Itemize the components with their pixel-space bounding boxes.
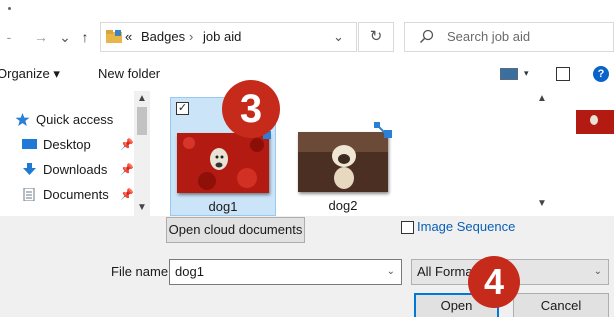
file-scrollbar[interactable]: ▲ ▼ xyxy=(534,91,550,216)
dog1-thumbnail xyxy=(177,133,269,193)
address-dropdown-icon[interactable]: ⌄ xyxy=(333,23,344,51)
file-type-value: All Forma xyxy=(417,264,473,279)
cancel-button[interactable]: Cancel xyxy=(513,293,609,317)
file-name-field-label: File name: xyxy=(111,264,172,279)
nav-item-downloads[interactable]: Downloads 📌 xyxy=(22,159,134,181)
back-button[interactable]: - xyxy=(2,27,16,47)
nav-item-desktop[interactable]: Desktop 📌 xyxy=(22,134,134,156)
help-icon[interactable]: ? xyxy=(593,66,609,82)
search-input[interactable]: Search job aid xyxy=(404,22,614,52)
window-top-strip xyxy=(0,0,614,18)
link-badge-icon xyxy=(374,122,392,138)
preview-pane-icon[interactable] xyxy=(556,67,570,81)
dialog-footer: Open cloud documents Image Sequence File… xyxy=(0,216,614,317)
breadcrumb-separator: › xyxy=(189,29,194,44)
file-checkbox[interactable]: ✓ xyxy=(176,102,189,115)
nav-item-quick-access[interactable]: Quick access xyxy=(15,109,113,131)
nav-scrollbar[interactable]: ▲ ▼ xyxy=(134,91,150,216)
address-bar-row: - → ⌄ ↑ « Badges › job aid ⌄ ↻ Search jo… xyxy=(0,18,614,56)
scroll-down-icon[interactable]: ▼ xyxy=(134,202,150,214)
address-box[interactable]: « Badges › job aid ⌄ xyxy=(100,22,357,52)
scroll-up-icon[interactable]: ▲ xyxy=(134,93,150,105)
nav-scroll-thumb[interactable] xyxy=(137,107,147,135)
command-toolbar: Organize ▾ New folder ▾ ? xyxy=(0,57,614,91)
pin-icon: 📌 xyxy=(120,164,134,176)
change-view-icon[interactable] xyxy=(500,68,518,80)
navigation-pane: Quick access Desktop 📌 Downloads 📌 Docum… xyxy=(0,91,150,216)
search-icon xyxy=(419,29,434,44)
file-name-input[interactable]: dog1 ⌄ xyxy=(169,259,402,285)
preview-pane xyxy=(554,91,614,216)
desktop-icon xyxy=(22,139,37,149)
file-tile-dog2[interactable]: dog2 xyxy=(290,97,396,216)
nav-item-label: Desktop xyxy=(43,137,91,152)
step-badge-4: 4 xyxy=(468,256,520,308)
address-overflow[interactable]: « xyxy=(125,23,132,51)
documents-icon xyxy=(23,188,35,201)
scroll-down-icon[interactable]: ▼ xyxy=(534,198,550,210)
organize-button[interactable]: Organize ▾ xyxy=(0,57,60,91)
window-dot xyxy=(8,7,11,10)
nav-item-documents[interactable]: Documents 📌 xyxy=(22,184,134,206)
file-name-label: dog1 xyxy=(208,199,238,214)
file-name-dropdown-icon[interactable]: ⌄ xyxy=(387,260,395,284)
star-icon xyxy=(15,113,30,126)
new-folder-button[interactable]: New folder xyxy=(98,57,160,91)
nav-item-label: Documents xyxy=(43,187,109,202)
step-badge-3: 3 xyxy=(222,80,280,138)
dog2-thumbnail xyxy=(298,132,388,192)
download-icon xyxy=(23,163,36,175)
pin-icon: 📌 xyxy=(120,189,134,201)
nav-item-label: Quick access xyxy=(36,112,114,127)
pin-icon: 📌 xyxy=(120,139,134,151)
file-list-pane: ✓ dog1 dog2 ▲ ▼ xyxy=(150,91,550,216)
search-placeholder: Search job aid xyxy=(447,29,531,44)
folder-icon xyxy=(106,30,122,43)
breadcrumb-badges[interactable]: Badges xyxy=(141,23,185,51)
view-options-arrow[interactable]: ▾ xyxy=(524,68,529,79)
preview-thumbnail xyxy=(576,110,614,134)
file-type-dropdown-icon[interactable]: ⌄ xyxy=(594,260,602,284)
file-name-value: dog1 xyxy=(175,264,204,279)
image-sequence-checkbox[interactable] xyxy=(401,221,414,234)
nav-item-label: Downloads xyxy=(43,162,108,177)
recent-locations-button[interactable]: ⌄ xyxy=(58,27,72,47)
open-cloud-documents-button[interactable]: Open cloud documents xyxy=(166,217,305,243)
refresh-button[interactable]: ↻ xyxy=(358,22,394,52)
file-name-label: dog2 xyxy=(328,198,358,213)
forward-button[interactable]: → xyxy=(32,27,50,47)
up-button[interactable]: ↑ xyxy=(76,27,94,47)
scroll-up-icon[interactable]: ▲ xyxy=(534,93,550,105)
breadcrumb-job-aid[interactable]: job aid xyxy=(203,23,241,51)
image-sequence-label[interactable]: Image Sequence xyxy=(417,219,515,234)
